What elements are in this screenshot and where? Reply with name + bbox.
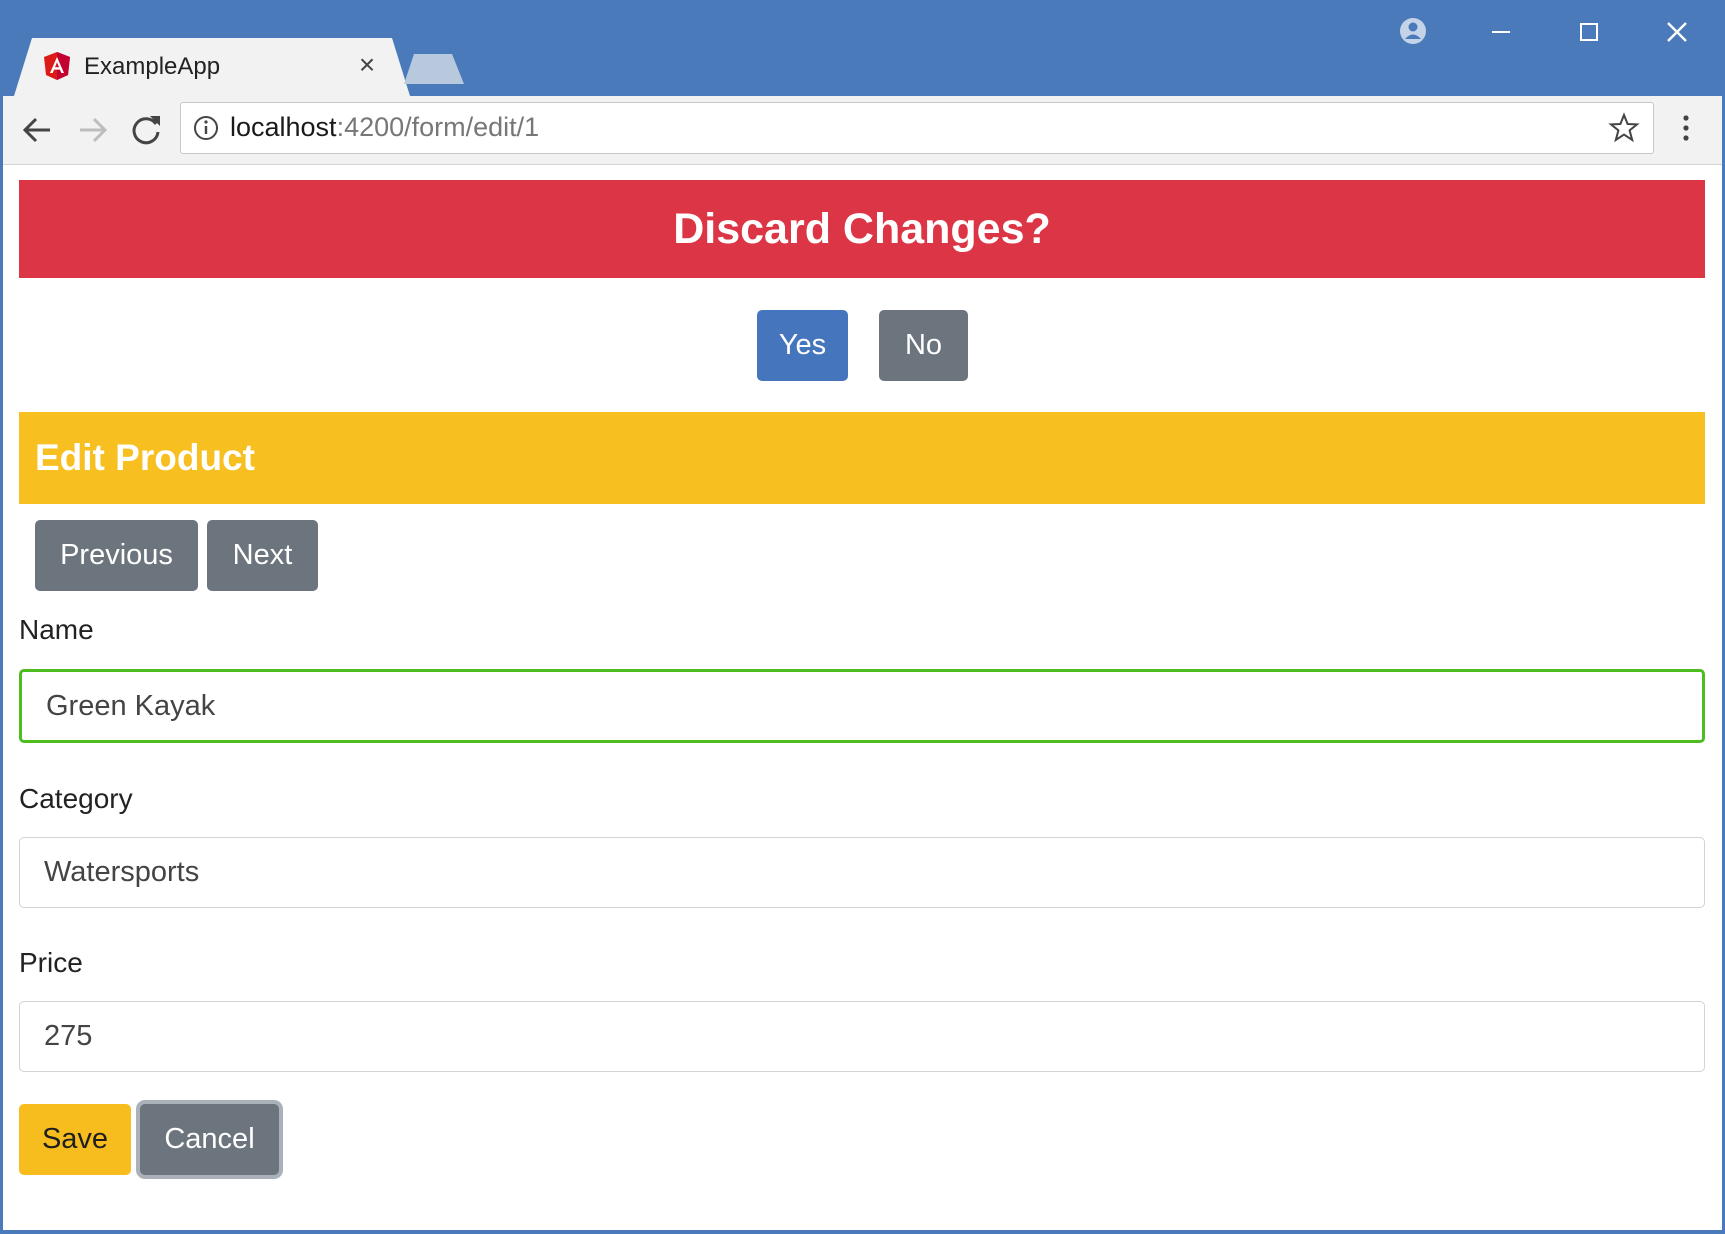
discard-changes-alert: Discard Changes?	[19, 180, 1705, 278]
back-icon[interactable]	[16, 108, 60, 152]
price-input[interactable]	[19, 1001, 1705, 1072]
previous-button[interactable]: Previous	[35, 520, 198, 591]
url-path: :4200/form/edit/1	[336, 112, 540, 142]
category-input[interactable]	[19, 837, 1705, 908]
window-close-icon[interactable]	[1652, 12, 1702, 52]
window-frame-bottom	[0, 1230, 1725, 1234]
url-text[interactable]: localhost:4200/form/edit/1	[230, 112, 539, 143]
window-frame-left	[0, 0, 3, 1234]
close-icon[interactable]: ×	[352, 50, 382, 80]
name-label: Name	[19, 614, 94, 645]
more-menu-icon[interactable]	[1676, 112, 1696, 144]
minimize-icon[interactable]	[1476, 12, 1526, 52]
cancel-button[interactable]: Cancel	[140, 1104, 279, 1175]
forward-icon[interactable]	[70, 108, 114, 152]
no-button[interactable]: No	[879, 310, 968, 381]
category-label: Category	[19, 783, 133, 814]
next-button[interactable]: Next	[207, 520, 318, 591]
yes-button[interactable]: Yes	[757, 310, 848, 381]
angular-logo-icon	[44, 52, 70, 80]
info-icon[interactable]	[192, 114, 220, 142]
star-icon[interactable]	[1608, 112, 1640, 144]
save-button[interactable]: Save	[19, 1104, 131, 1175]
browser-window: ExampleApp × localhost:4200/form/edit/1	[0, 0, 1725, 1234]
name-input[interactable]	[19, 669, 1705, 743]
edit-product-heading: Edit Product	[19, 412, 1705, 504]
reload-icon[interactable]	[124, 108, 168, 152]
url-host: localhost	[230, 112, 337, 142]
maximize-icon[interactable]	[1564, 12, 1614, 52]
price-label: Price	[19, 947, 83, 978]
account-icon[interactable]	[1388, 12, 1438, 52]
tab-title: ExampleApp	[84, 53, 221, 80]
